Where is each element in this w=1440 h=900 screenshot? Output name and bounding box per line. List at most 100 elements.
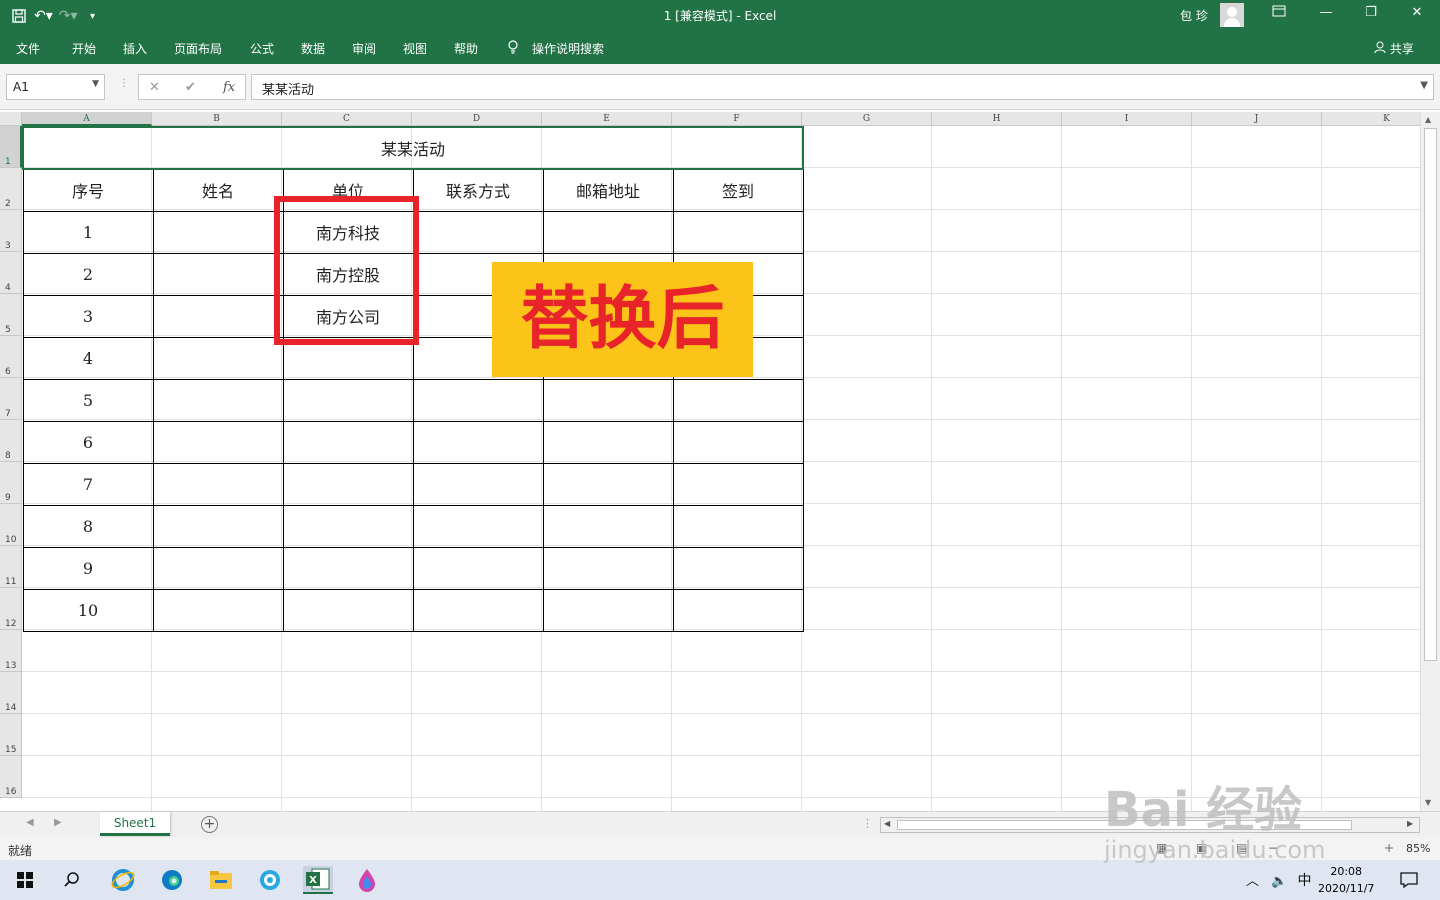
column-header-h[interactable]: H (932, 112, 1062, 126)
cancel-icon[interactable]: ✕ (149, 80, 160, 95)
search-icon[interactable] (57, 866, 87, 894)
ie-browser-icon[interactable] (108, 866, 138, 894)
tab-home[interactable]: 开始 (72, 40, 96, 57)
volume-icon[interactable]: 🔈 (1271, 874, 1287, 889)
table-cell[interactable] (542, 378, 674, 422)
tab-page-layout[interactable]: 页面布局 (174, 40, 222, 57)
split-handle-icon[interactable]: ⋮ (862, 817, 873, 830)
header-cell[interactable]: 联系方式 (412, 168, 544, 212)
scroll-thumb[interactable] (1424, 128, 1437, 661)
edge-browser-icon[interactable] (157, 866, 187, 894)
header-cell[interactable]: 签到 (672, 168, 804, 212)
header-cell[interactable]: 邮箱地址 (542, 168, 674, 212)
file-explorer-icon[interactable] (206, 866, 236, 894)
table-title-cell[interactable]: 某某活动 (22, 126, 804, 170)
table-cell[interactable] (152, 336, 284, 380)
tab-view[interactable]: 视图 (403, 40, 427, 57)
row-header-16[interactable]: 16 (0, 756, 22, 798)
tab-file[interactable]: 文件 (16, 40, 40, 57)
table-cell[interactable] (152, 294, 284, 338)
table-cell[interactable] (282, 588, 414, 632)
column-header-a[interactable]: A (22, 112, 152, 126)
column-header-j[interactable]: J (1192, 112, 1322, 126)
enter-icon[interactable]: ✔ (185, 80, 196, 95)
column-header-g[interactable]: G (802, 112, 932, 126)
table-cell[interactable] (672, 588, 804, 632)
row-header-10[interactable]: 10 (0, 504, 22, 546)
row-header-15[interactable]: 15 (0, 714, 22, 756)
row-header-8[interactable]: 8 (0, 420, 22, 462)
table-cell[interactable] (672, 462, 804, 506)
column-header-i[interactable]: I (1062, 112, 1192, 126)
scroll-right-icon[interactable]: ▶ (1407, 819, 1413, 828)
table-cell[interactable] (152, 462, 284, 506)
scroll-up-icon[interactable]: ▲ (1425, 115, 1431, 124)
header-cell[interactable]: 序号 (22, 168, 154, 212)
table-cell[interactable] (542, 462, 674, 506)
next-sheet-icon[interactable]: ▶ (54, 817, 62, 828)
close-icon[interactable]: ✕ (1406, 5, 1428, 25)
table-cell[interactable] (542, 588, 674, 632)
table-cell[interactable] (152, 210, 284, 254)
table-cell[interactable] (412, 504, 544, 548)
table-cell[interactable] (542, 420, 674, 464)
column-header-f[interactable]: F (672, 112, 802, 126)
row-header-2[interactable]: 2 (0, 168, 22, 210)
table-cell[interactable]: 2 (22, 252, 154, 296)
table-cell[interactable] (282, 462, 414, 506)
tab-help[interactable]: 帮助 (454, 40, 478, 57)
column-header-e[interactable]: E (542, 112, 672, 126)
row-header-14[interactable]: 14 (0, 672, 22, 714)
table-cell[interactable] (412, 546, 544, 590)
table-cell[interactable]: 8 (22, 504, 154, 548)
ribbon-display-icon[interactable] (1268, 5, 1290, 25)
table-cell[interactable] (672, 420, 804, 464)
table-cell[interactable] (672, 546, 804, 590)
add-sheet-icon[interactable]: + (201, 816, 218, 833)
browser-app-icon[interactable] (255, 866, 285, 894)
name-box[interactable]: A1 ▼ (6, 74, 105, 100)
table-cell[interactable] (542, 546, 674, 590)
table-cell[interactable] (152, 420, 284, 464)
header-cell[interactable]: 姓名 (152, 168, 284, 212)
table-cell[interactable]: 1 (22, 210, 154, 254)
table-cell[interactable] (542, 210, 674, 254)
table-cell[interactable] (412, 420, 544, 464)
table-cell[interactable] (412, 588, 544, 632)
scroll-left-icon[interactable]: ◀ (884, 819, 890, 828)
sheet-tab-sheet1[interactable]: Sheet1 (100, 812, 170, 836)
column-header-c[interactable]: C (282, 112, 412, 126)
select-all-corner[interactable] (0, 112, 22, 126)
avatar[interactable] (1220, 3, 1244, 27)
table-cell[interactable]: 9 (22, 546, 154, 590)
table-cell[interactable] (282, 420, 414, 464)
tab-data[interactable]: 数据 (301, 40, 325, 57)
table-cell[interactable] (412, 210, 544, 254)
row-header-4[interactable]: 4 (0, 252, 22, 294)
table-cell[interactable]: 10 (22, 588, 154, 632)
row-header-12[interactable]: 12 (0, 588, 22, 630)
scroll-down-icon[interactable]: ▼ (1425, 798, 1431, 807)
row-header-13[interactable]: 13 (0, 630, 22, 672)
row-header-5[interactable]: 5 (0, 294, 22, 336)
chevron-up-icon[interactable]: ︿ (1246, 874, 1259, 889)
column-header-k[interactable]: K (1322, 112, 1420, 126)
drag-handle-icon[interactable]: ⋮ (119, 78, 129, 89)
table-cell[interactable] (282, 546, 414, 590)
minimize-icon[interactable]: — (1315, 5, 1337, 25)
table-cell[interactable]: 3 (22, 294, 154, 338)
zoom-in-icon[interactable]: + (1384, 841, 1394, 855)
table-cell[interactable] (412, 378, 544, 422)
table-cell[interactable] (282, 378, 414, 422)
table-cell[interactable] (152, 378, 284, 422)
table-cell[interactable] (152, 588, 284, 632)
table-cell[interactable]: 5 (22, 378, 154, 422)
tell-me-search[interactable]: 操作说明搜索 (532, 40, 604, 57)
table-cell[interactable] (412, 462, 544, 506)
row-header-7[interactable]: 7 (0, 378, 22, 420)
table-cell[interactable]: 4 (22, 336, 154, 380)
table-cell[interactable] (672, 210, 804, 254)
chevron-down-icon[interactable]: ▼ (92, 79, 99, 89)
table-cell[interactable] (152, 546, 284, 590)
table-cell[interactable] (152, 252, 284, 296)
